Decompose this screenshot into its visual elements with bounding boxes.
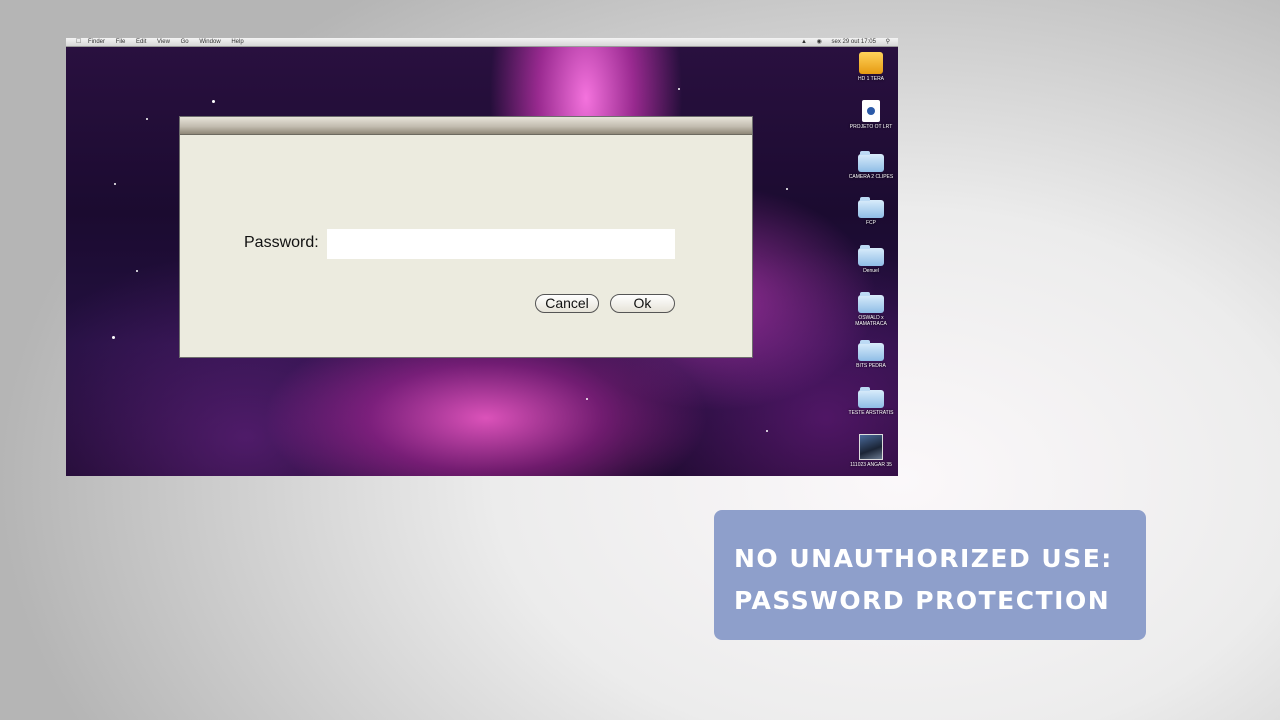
folder-icon — [858, 245, 884, 266]
desktop-icon-label: OSWALD x MAMATRACA — [855, 315, 887, 327]
status-area: ▲ ◉ sex 29 out 17:05 ⚲ — [793, 38, 890, 46]
desktop-icon-hd[interactable]: HD 1 TERA — [848, 52, 894, 82]
photo-icon — [859, 434, 883, 460]
desktop-icon-label: FCP — [866, 220, 876, 226]
menu-window[interactable]: Window — [199, 39, 220, 45]
star — [212, 100, 215, 103]
menu-help[interactable]: Help — [231, 39, 243, 45]
star — [766, 430, 768, 432]
desktop-icon-angar[interactable]: 111023 ANGAR 35 — [848, 434, 894, 468]
menu-view[interactable]: View — [157, 39, 170, 45]
wifi-icon[interactable]: ▲ — [801, 39, 807, 45]
spotlight-icon[interactable]: ⚲ — [886, 39, 890, 45]
desktop-icon-fcp[interactable]: FCP — [848, 197, 894, 226]
ok-button[interactable]: Ok — [610, 294, 675, 313]
folder-icon — [858, 292, 884, 313]
password-dialog: Password: Cancel Ok — [179, 116, 753, 358]
apple-icon[interactable]:  — [76, 38, 81, 46]
menu-finder[interactable]: Finder — [88, 39, 105, 45]
folder-icon — [858, 387, 884, 408]
desktop-icon-teste[interactable]: TESTE ARSTRATIS — [848, 387, 894, 416]
desktop-icon-label: BITS PEDRA — [856, 363, 886, 369]
star — [678, 88, 680, 90]
desktop-icon-denuel[interactable]: Denuel — [848, 245, 894, 274]
document-icon — [862, 100, 880, 122]
menu-file[interactable]: File — [116, 39, 126, 45]
mac-screen:  Finder File Edit View Go Window Help ▲… — [66, 38, 898, 476]
desktop-icon-camera[interactable]: CAMERA 2 CLIPES — [848, 151, 894, 180]
star — [146, 118, 148, 120]
desktop-icon-label: PROJETO OT LRT — [849, 124, 893, 130]
menubar-clock[interactable]: sex 29 out 17:05 — [832, 39, 876, 45]
folder-icon — [858, 340, 884, 361]
caption-banner: NO UNAUTHORIZED USE: PASSWORD PROTECTION — [714, 510, 1146, 640]
dialog-titlebar[interactable] — [180, 117, 752, 135]
folder-icon — [858, 197, 884, 218]
drive-icon — [859, 52, 883, 74]
desktop-icon-label: 111023 ANGAR 35 — [850, 462, 892, 468]
menu-bar:  Finder File Edit View Go Window Help ▲… — [66, 38, 898, 47]
star — [136, 270, 138, 272]
menu-go[interactable]: Go — [181, 39, 189, 45]
desktop-icon-label: HD 1 TERA — [857, 76, 885, 82]
menu-items: Finder File Edit View Go Window Help — [88, 38, 253, 46]
password-label: Password: — [244, 234, 319, 251]
star — [586, 398, 588, 400]
menu-edit[interactable]: Edit — [136, 39, 146, 45]
cancel-button[interactable]: Cancel — [535, 294, 599, 313]
desktop-icon-projeto[interactable]: PROJETO OT LRT — [848, 100, 894, 130]
volume-icon[interactable]: ◉ — [817, 39, 822, 45]
desktop-icon-oswald[interactable]: OSWALD x MAMATRACA — [848, 292, 894, 327]
desktop-icon-label: CAMERA 2 CLIPES — [848, 174, 894, 180]
desktop-icon-label: TESTE ARSTRATIS — [848, 410, 894, 416]
caption-line-1: NO UNAUTHORIZED USE: — [734, 544, 1113, 573]
star — [112, 336, 115, 339]
password-field[interactable] — [327, 229, 675, 259]
star — [786, 188, 788, 190]
desktop-icon-label: Denuel — [863, 268, 879, 274]
desktop-icon-bits[interactable]: BITS PEDRA — [848, 340, 894, 369]
star — [114, 183, 116, 185]
caption-line-2: PASSWORD PROTECTION — [734, 586, 1111, 615]
folder-icon — [858, 151, 884, 172]
